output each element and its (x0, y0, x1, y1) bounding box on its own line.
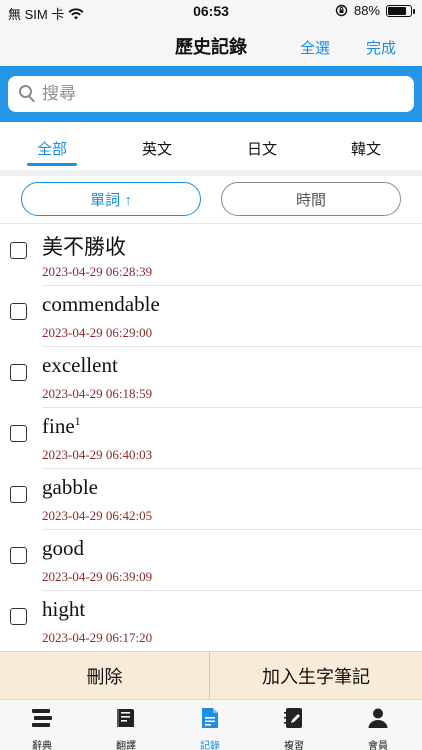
list-item[interactable]: gabble 2023-04-29 06:42:05 (0, 469, 422, 530)
delete-button[interactable]: 刪除 (0, 652, 210, 700)
item-checkbox[interactable] (10, 608, 27, 625)
entry-timestamp: 2023-04-29 06:42:05 (42, 508, 153, 523)
tab-japanese[interactable]: 日文 (232, 138, 292, 159)
sort-row: 單詞 ↑ 時間 (0, 176, 422, 224)
sort-by-word-button[interactable]: 單詞 ↑ (21, 182, 201, 216)
item-checkbox[interactable] (10, 242, 27, 259)
entry-timestamp: 2023-04-29 06:40:03 (42, 447, 153, 462)
tab-english[interactable]: 英文 (127, 138, 187, 159)
tab-bar-dictionary[interactable]: 辭典 (0, 704, 84, 750)
entry-timestamp: 2023-04-29 06:29:00 (42, 325, 153, 340)
search-icon (18, 84, 38, 104)
nav-bar: 歷史記錄 全選 完成 (0, 24, 422, 66)
sort-by-time-button[interactable]: 時間 (221, 182, 401, 216)
list-item[interactable]: hight 2023-04-29 06:17:20 (0, 591, 422, 652)
item-checkbox[interactable] (10, 303, 27, 320)
list-item[interactable]: good 2023-04-29 06:39:09 (0, 530, 422, 591)
list-item[interactable]: excellent 2023-04-29 06:18:59 (0, 347, 422, 408)
item-checkbox[interactable] (10, 364, 27, 381)
add-to-notebook-button[interactable]: 加入生字筆記 (210, 652, 422, 700)
member-person-icon (368, 708, 388, 728)
language-tabs: 全部 英文 日文 韓文 (0, 122, 422, 170)
tab-bar-review[interactable]: 複習 (252, 704, 336, 750)
entry-word: excellent (42, 353, 118, 377)
history-document-icon (202, 708, 218, 728)
entry-word: hight (42, 597, 86, 621)
tab-bar-translate[interactable]: 翻譯 (84, 704, 168, 750)
tab-bar-label: 記錄 (200, 741, 220, 750)
status-bar: 無 SIM 卡 06:53 88% (0, 0, 422, 24)
list-item[interactable]: commendable 2023-04-29 06:29:00 (0, 286, 422, 347)
translate-book-icon (117, 709, 134, 727)
orientation-lock-icon (335, 4, 348, 17)
tab-bar: 辭典 翻譯 記錄 複習 會員 (0, 699, 422, 750)
history-list: 美不勝收 2023-04-29 06:28:39 commendable 202… (0, 225, 422, 652)
tab-bar-label: 翻譯 (116, 741, 136, 750)
item-checkbox[interactable] (10, 486, 27, 503)
page-title: 歷史記錄 (175, 37, 247, 57)
list-item[interactable]: 美不勝收 2023-04-29 06:28:39 (0, 225, 422, 286)
entry-timestamp: 2023-04-29 06:17:20 (42, 630, 153, 645)
status-right: 88% (335, 3, 415, 18)
active-tab-indicator (27, 163, 77, 166)
entry-word: 美不勝收 (42, 235, 126, 259)
entry-word: fine1 (42, 414, 81, 438)
search-box[interactable] (8, 76, 414, 112)
review-notebook-icon (284, 708, 302, 728)
search-band (0, 66, 422, 122)
action-bar: 刪除 加入生字筆記 (0, 651, 422, 700)
homograph-number: 1 (74, 414, 81, 428)
battery-icon (386, 4, 415, 17)
select-all-button[interactable]: 全選 (300, 37, 330, 58)
tab-bar-label: 複習 (284, 741, 304, 750)
done-button[interactable]: 完成 (366, 37, 396, 58)
entry-word: good (42, 536, 84, 560)
tab-bar-label: 辭典 (32, 741, 52, 750)
entry-word: commendable (42, 292, 160, 316)
tab-bar-label: 會員 (368, 741, 388, 750)
entry-timestamp: 2023-04-29 06:18:59 (42, 386, 153, 401)
entry-timestamp: 2023-04-29 06:39:09 (42, 569, 153, 584)
entry-timestamp: 2023-04-29 06:28:39 (42, 264, 153, 279)
tab-bar-history[interactable]: 記錄 (168, 704, 252, 750)
item-checkbox[interactable] (10, 547, 27, 564)
tab-bar-member[interactable]: 會員 (336, 704, 420, 750)
item-checkbox[interactable] (10, 425, 27, 442)
search-input[interactable] (42, 84, 414, 104)
entry-word: gabble (42, 475, 98, 499)
list-item[interactable]: fine1 2023-04-29 06:40:03 (0, 408, 422, 469)
dictionary-icon (32, 709, 52, 727)
battery-percent: 88% (353, 3, 380, 18)
tab-korean[interactable]: 韓文 (336, 138, 396, 159)
tab-all[interactable]: 全部 (22, 138, 82, 159)
